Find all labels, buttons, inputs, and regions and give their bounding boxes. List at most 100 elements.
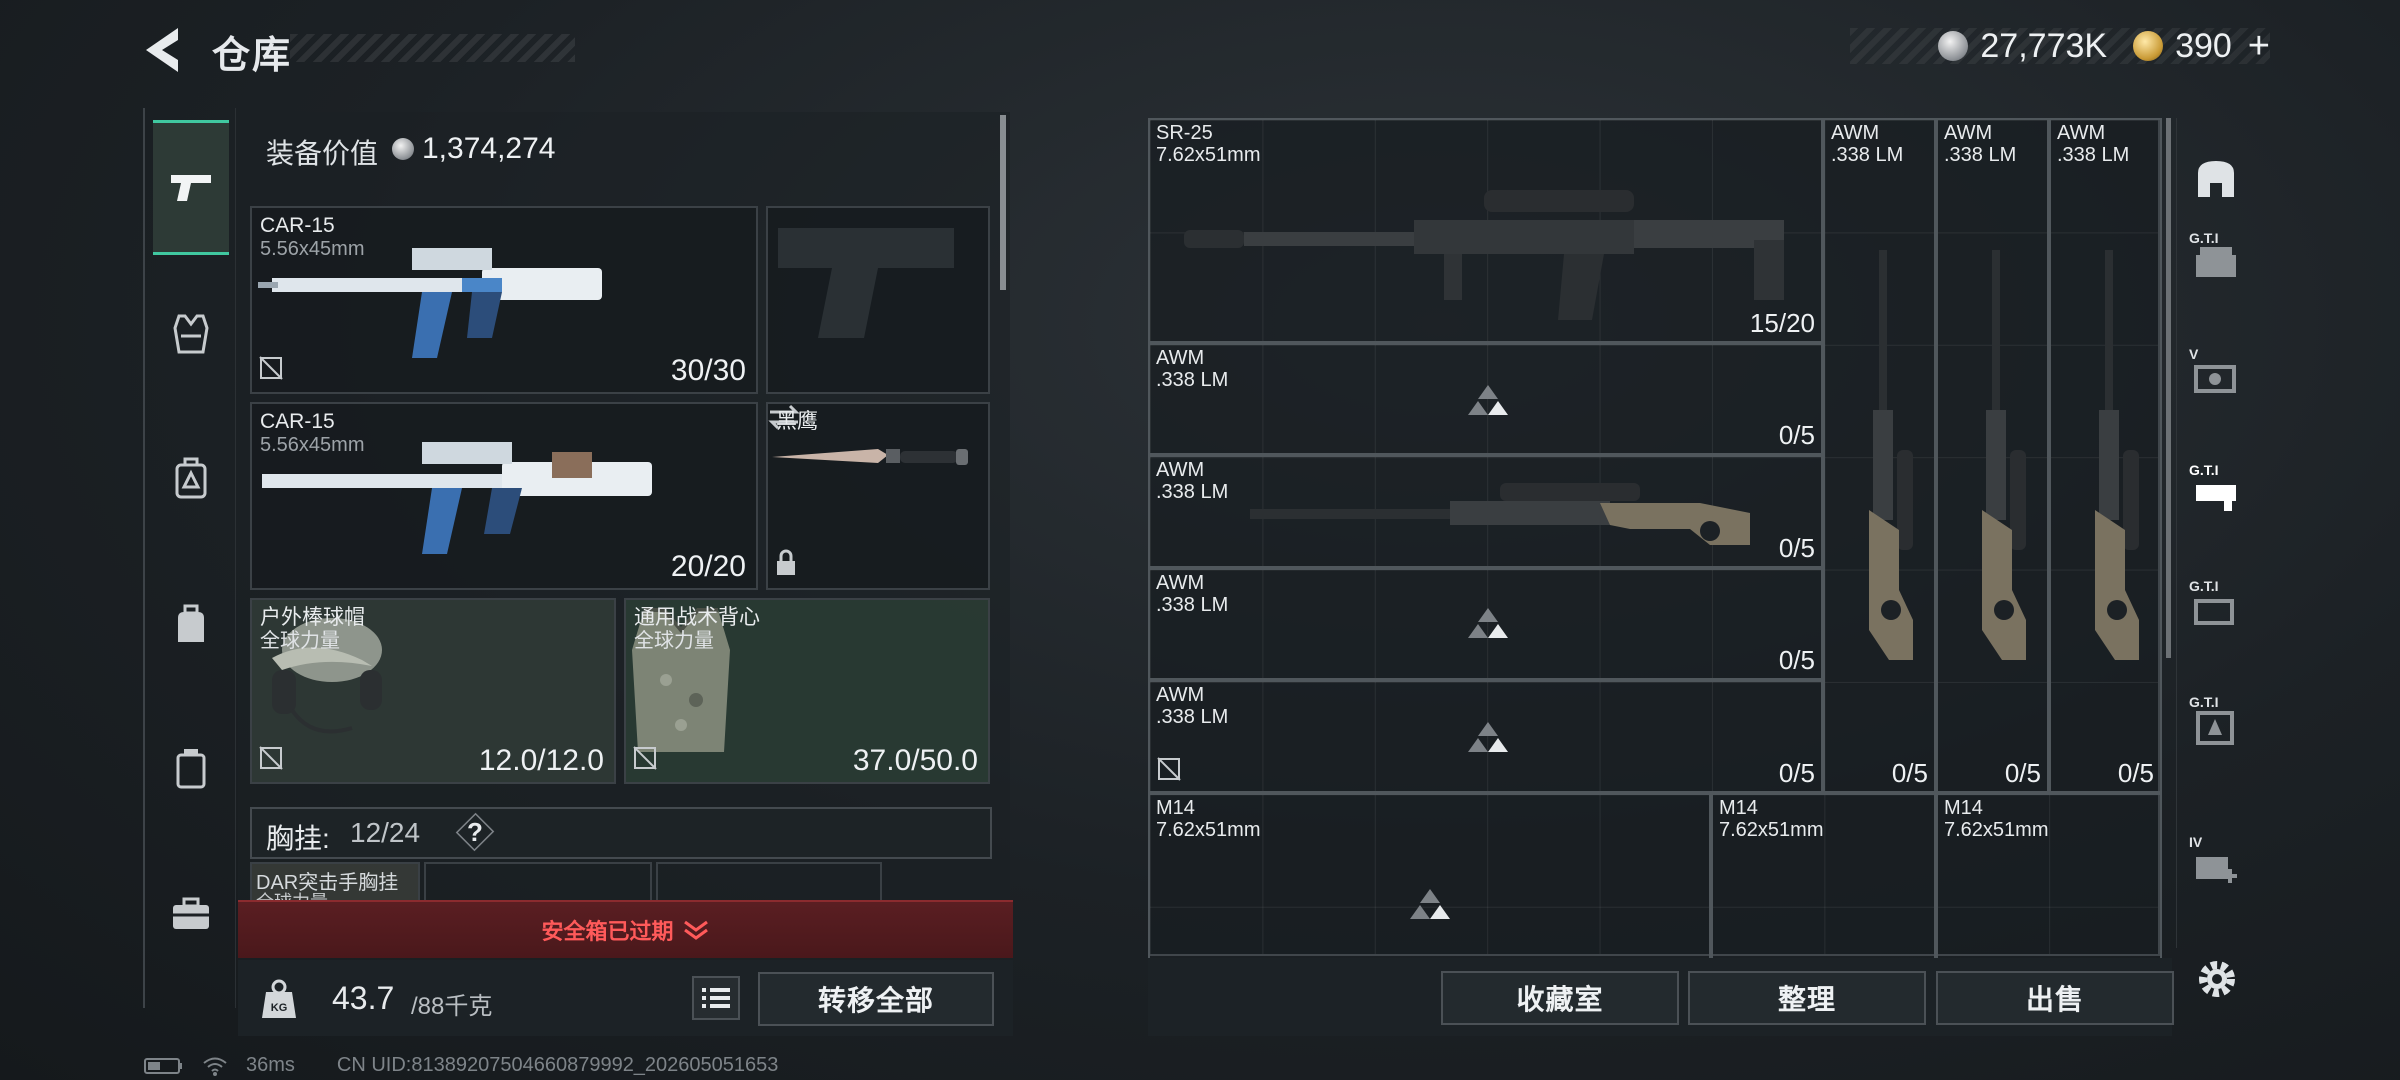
- rig-empty-slot[interactable]: [656, 862, 882, 902]
- sr25-rifle-image: [1184, 190, 1784, 320]
- settings-button[interactable]: [2194, 956, 2240, 1002]
- safe-box-expired-text: 安全箱已过期: [541, 919, 674, 944]
- gold-coin-icon: [2133, 31, 2164, 61]
- vest-name: 通用战术背心: [634, 606, 760, 629]
- storage-item-awm-vertical[interactable]: AWM .338 LM 0/5: [1936, 118, 2049, 793]
- storage-category-all[interactable]: [2183, 146, 2249, 212]
- helmet-name: 户外棒球帽: [260, 606, 365, 629]
- battery-icon: [144, 1057, 182, 1074]
- ammo-count: 20/20: [670, 550, 746, 583]
- ammo-count: 0/5: [2004, 758, 2041, 788]
- currency-bar: 27,773K 390 +: [1850, 25, 2270, 67]
- item-caliber: .338 LM: [1156, 706, 1229, 728]
- storage-category-1[interactable]: G.T.I: [2183, 226, 2249, 292]
- ammo-count: 30/30: [670, 354, 746, 387]
- storage-item-awm-vertical[interactable]: AWM .338 LM 0/5: [1823, 118, 1936, 793]
- item-caliber: .338 LM: [1831, 144, 1904, 166]
- item-name: SR-25: [1156, 122, 1213, 144]
- transfer-all-button[interactable]: 转移全部: [758, 972, 994, 1026]
- awm-rifle-image: [1982, 250, 2026, 660]
- wifi-icon: [203, 1057, 227, 1076]
- pistol-icon: [171, 174, 211, 201]
- helmet-brand: 全球力量: [260, 630, 340, 652]
- item-caliber: 7.62x51mm: [1944, 819, 2049, 841]
- item-name: AWM: [1156, 684, 1205, 706]
- category-label: G.T.I: [2189, 462, 2219, 478]
- durability: 37.0/50.0: [852, 744, 978, 777]
- storage-item-awm-vertical[interactable]: AWM .338 LM 0/5: [2049, 118, 2162, 793]
- storage-item-awm[interactable]: AWM .338 LM 0/5: [1148, 343, 1823, 455]
- storage-item-m14[interactable]: M14 7.62x51mm: [1148, 793, 1711, 958]
- add-gold-button[interactable]: +: [2248, 25, 2270, 68]
- storage-item-m14[interactable]: M14 7.62x51mm: [1936, 793, 2162, 958]
- storage-category-3[interactable]: G.T.I: [2183, 458, 2249, 524]
- page-title: 仓库: [212, 35, 293, 77]
- list-view-button[interactable]: [692, 976, 740, 1020]
- storage-category-4[interactable]: G.T.I: [2183, 574, 2249, 640]
- silver-coin-icon: [392, 138, 414, 160]
- item-name: AWM: [1831, 122, 1880, 144]
- svg-text:KG: KG: [271, 1002, 288, 1014]
- item-name: M14: [1719, 797, 1758, 819]
- canister-icon: [176, 748, 206, 788]
- primary-weapon-slot[interactable]: CAR-15 5.56x45mm 30/30: [250, 206, 758, 394]
- storage-item-awm[interactable]: AWM .338 LM 0/5: [1148, 455, 1823, 568]
- no-insurance-icon: [1156, 756, 1182, 787]
- no-insurance-icon: [258, 745, 284, 776]
- storage-category-5[interactable]: G.T.I: [2183, 690, 2249, 756]
- rail-weapons[interactable]: [153, 120, 229, 255]
- help-button[interactable]: ?: [467, 817, 483, 848]
- rail-bag[interactable]: [153, 556, 229, 691]
- rail-case[interactable]: [153, 846, 229, 981]
- storage-category-add[interactable]: IV: [2183, 830, 2249, 896]
- melee-slot[interactable]: 黑鹰: [766, 402, 990, 590]
- category-label: G.T.I: [2189, 230, 2219, 246]
- vest-brand: 全球力量: [634, 630, 714, 652]
- weapon-caliber: 5.56x45mm: [260, 434, 365, 456]
- safe-box-expired-banner[interactable]: 安全箱已过期: [238, 900, 1013, 958]
- item-caliber: .338 LM: [1944, 144, 2017, 166]
- melee-name: 黑鹰: [776, 410, 818, 433]
- organize-button[interactable]: 整理: [1688, 971, 1926, 1025]
- item-name: AWM: [1156, 347, 1205, 369]
- double-chevron-down-icon: [683, 920, 708, 940]
- loadout-scrollbar[interactable]: [1000, 115, 1006, 290]
- user-uid: CN UID:81389207504660879992_202605051653: [336, 1054, 779, 1076]
- rail-armor[interactable]: [153, 266, 229, 401]
- rig-empty-slot[interactable]: [424, 862, 652, 902]
- ammo-count: 15/20: [1749, 308, 1815, 338]
- storage-item-sr25[interactable]: SR-25 7.62x51mm 15/20: [1148, 118, 1823, 343]
- item-caliber: .338 LM: [1156, 481, 1229, 503]
- item-caliber: .338 LM: [1156, 369, 1229, 391]
- list-icon: [702, 988, 730, 1008]
- ammo-count: 0/5: [1778, 533, 1815, 563]
- helmet-slot[interactable]: 户外棒球帽 全球力量 12.0/12.0: [250, 598, 616, 784]
- storage-item-awm[interactable]: AWM .338 LM 0/5: [1148, 568, 1823, 680]
- collection-room-button[interactable]: 收藏室: [1441, 971, 1679, 1025]
- secondary-weapon-slot[interactable]: CAR-15 5.56x45mm 20/20: [250, 402, 758, 590]
- rail-backpack[interactable]: [153, 410, 229, 545]
- item-name: AWM: [1944, 122, 1993, 144]
- chest-rig-capacity: 12/24: [350, 817, 421, 848]
- ping: 36ms: [246, 1054, 295, 1076]
- vest-slot[interactable]: 通用战术背心 全球力量 37.0/50.0: [624, 598, 990, 784]
- storage-scrollbar[interactable]: [2166, 118, 2171, 658]
- chevron-left-icon: [146, 28, 178, 72]
- pistol-slot[interactable]: [766, 206, 990, 394]
- back-button[interactable]: [140, 24, 190, 76]
- sell-button[interactable]: 出售: [1936, 971, 2174, 1025]
- category-rail: [143, 108, 236, 1008]
- item-name: AWM: [2057, 122, 2106, 144]
- lock-icon: [774, 549, 798, 582]
- storage-category-2[interactable]: V: [2183, 342, 2249, 408]
- category-label: V: [2189, 346, 2199, 362]
- loading-placeholder-icon: [1468, 385, 1508, 415]
- category-label: IV: [2189, 834, 2203, 850]
- storage-item-awm[interactable]: AWM .338 LM 0/5: [1148, 680, 1823, 793]
- storage-item-m14[interactable]: M14 7.62x51mm: [1711, 793, 1936, 958]
- storage-category-rail: G.T.I V G.T.I G.T.I G.T.I IV: [2176, 118, 2254, 948]
- item-name: M14: [1944, 797, 1983, 819]
- chest-rig-label: 胸挂:: [266, 823, 330, 854]
- rail-container[interactable]: [153, 700, 229, 835]
- status-bar: 36ms CN UID:81389207504660879992_2026050…: [144, 1054, 778, 1077]
